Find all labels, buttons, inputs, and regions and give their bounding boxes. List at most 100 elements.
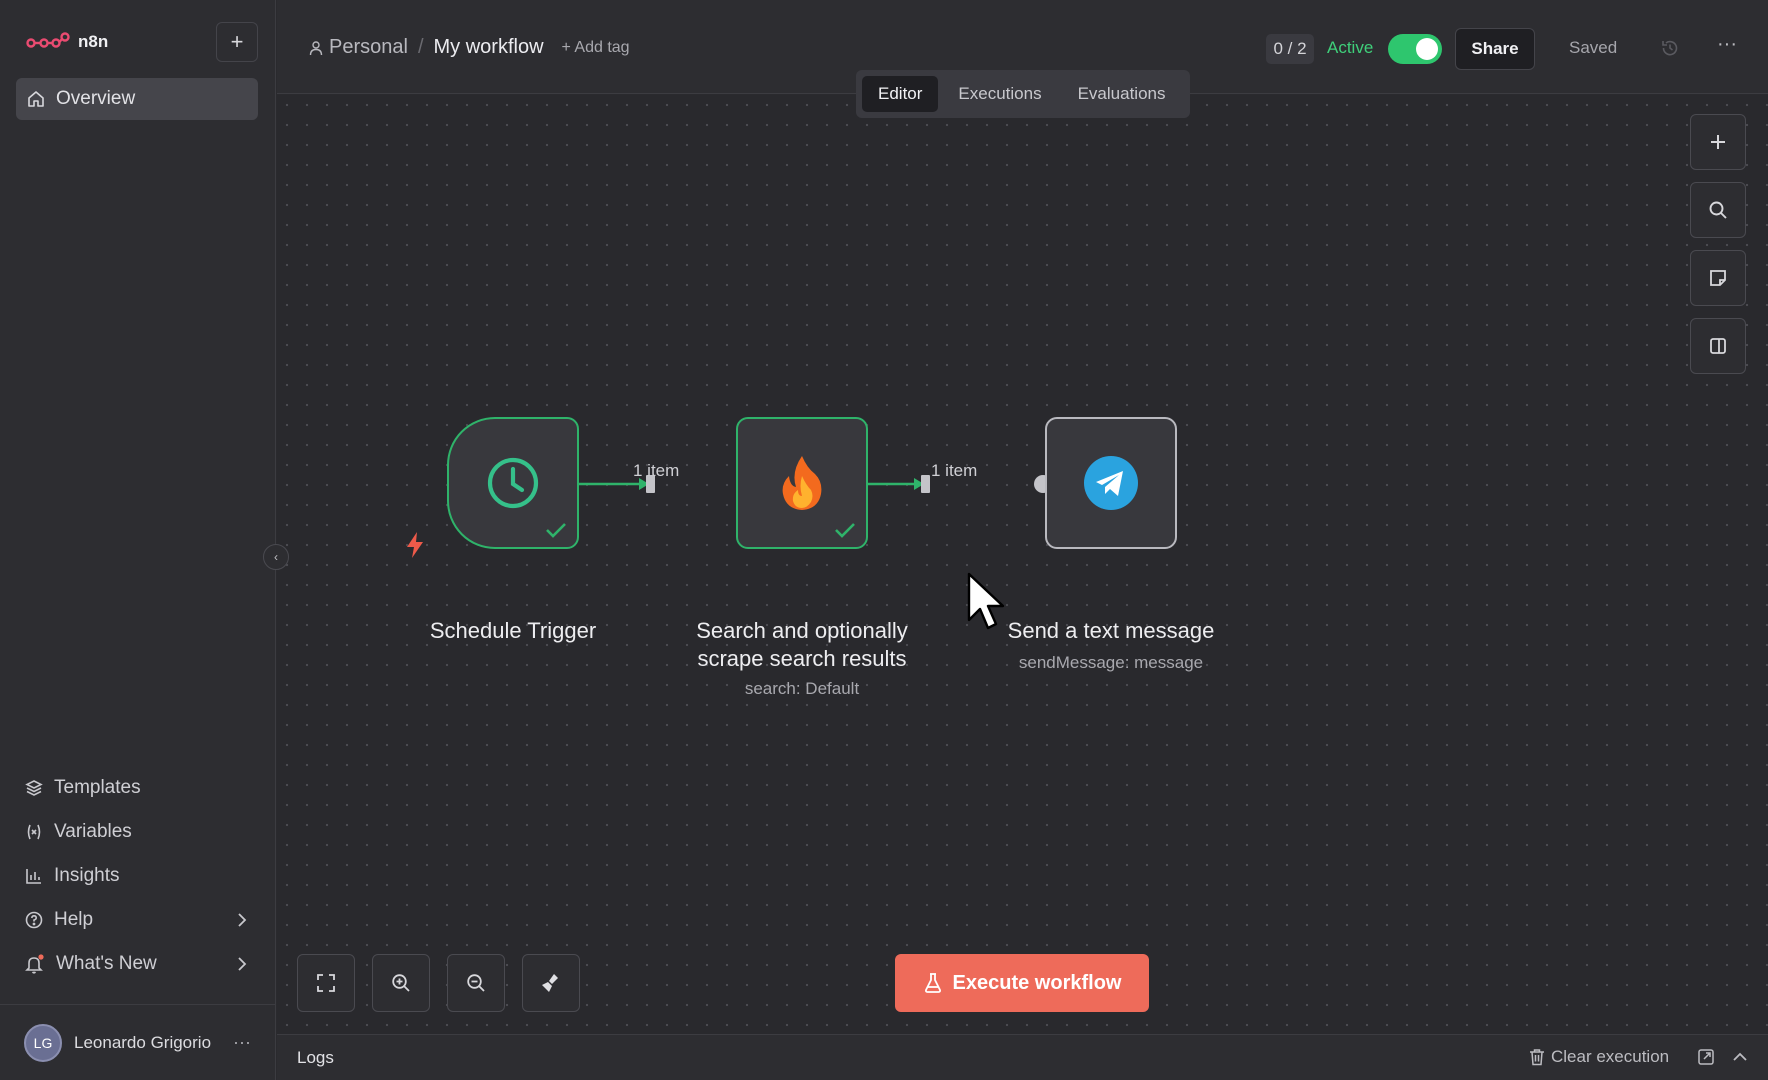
active-label: Active xyxy=(1327,38,1374,57)
breadcrumb-project[interactable]: Personal xyxy=(309,36,408,59)
search-icon xyxy=(1709,201,1727,219)
broom-icon xyxy=(542,974,558,992)
logs-panel-bar[interactable]: Logs Clear execution xyxy=(277,1034,1768,1080)
n8n-logo-icon xyxy=(26,32,70,48)
trash-icon xyxy=(1530,1049,1544,1066)
sidebar-item-overview[interactable]: Overview xyxy=(16,78,258,120)
brand[interactable]: n8n xyxy=(26,32,108,52)
canvas-right-toolbar xyxy=(1690,114,1746,374)
node-telegram-send-message[interactable] xyxy=(1045,417,1177,549)
templates-icon xyxy=(25,780,43,796)
sidebar-item-label: Insights xyxy=(54,865,120,886)
workflow-title[interactable]: My workflow xyxy=(434,36,544,59)
sidebar-item-label: What's New xyxy=(56,953,157,974)
sidebar-item-label: Templates xyxy=(54,777,141,798)
sidebar: n8n + Overview Templates Variables Insig… xyxy=(0,0,276,1080)
breadcrumb: Personal / My workflow + Add tag xyxy=(309,36,630,59)
collapse-sidebar-button[interactable]: ‹ xyxy=(263,544,289,570)
zoom-in-button[interactable] xyxy=(372,954,430,1012)
execute-workflow-button[interactable]: Execute workflow xyxy=(895,954,1149,1012)
add-node-panel-button[interactable] xyxy=(1690,114,1746,170)
zoom-in-icon xyxy=(392,974,410,992)
firecrawl-flame-icon xyxy=(782,456,822,510)
node-label: Schedule Trigger xyxy=(429,618,597,643)
clear-execution-label: Clear execution xyxy=(1551,1047,1670,1066)
edge-label: 1 item xyxy=(633,461,680,480)
saved-status: Saved xyxy=(1569,38,1618,57)
help-icon xyxy=(25,911,43,929)
production-checklist-counter[interactable]: 0 / 2 xyxy=(1266,34,1314,64)
view-tabs: Editor Executions Evaluations xyxy=(856,70,1190,118)
chevron-left-icon: ‹ xyxy=(274,550,278,564)
user-icon xyxy=(309,40,323,55)
node-subtitle: search: Default xyxy=(744,679,860,698)
canvas-zoom-controls xyxy=(297,954,580,1012)
plus-icon xyxy=(1711,135,1725,149)
success-check-icon xyxy=(835,523,855,538)
tab-evaluations[interactable]: Evaluations xyxy=(1062,76,1182,112)
avatar: LG xyxy=(24,1023,62,1062)
sidebar-item-label: Help xyxy=(54,909,94,930)
chevron-up-icon[interactable] xyxy=(1731,1048,1749,1066)
clock-icon xyxy=(487,457,539,509)
execute-workflow-label: Execute workflow xyxy=(952,971,1122,994)
more-horizontal-icon[interactable]: ··· xyxy=(1717,33,1737,56)
connection-lines xyxy=(505,471,1137,497)
add-sticky-note-button[interactable] xyxy=(1690,250,1746,306)
user-name: Leonardo Grigorio xyxy=(74,1032,212,1052)
sidebar-item-insights[interactable]: Insights xyxy=(16,854,258,898)
fullscreen-icon xyxy=(317,974,335,992)
sidebar-item-help[interactable]: Help xyxy=(16,898,258,942)
node-label: Search and optionally scrape search resu… xyxy=(662,617,942,673)
node-label: Send a text message xyxy=(1007,618,1215,643)
tab-editor[interactable]: Editor xyxy=(862,76,939,112)
node-label-line: scrape search results xyxy=(697,646,907,671)
active-toggle[interactable] xyxy=(1388,34,1442,64)
sidebar-item-label: Overview xyxy=(56,88,136,109)
trigger-bolt-icon xyxy=(407,532,423,558)
history-icon[interactable] xyxy=(1660,38,1680,58)
chevron-right-icon xyxy=(238,913,247,927)
node-subtitle: sendMessage: message xyxy=(1018,653,1204,672)
bell-icon xyxy=(25,954,44,974)
workflow-canvas[interactable]: 1 item 1 item Schedule Trigger Search an… xyxy=(277,95,1768,1034)
user-menu[interactable]: LG Leonardo Grigorio ··· xyxy=(0,1004,276,1080)
create-new-button[interactable]: + xyxy=(216,22,258,62)
panel-right-icon xyxy=(1710,338,1726,354)
flask-icon xyxy=(924,973,941,993)
sidebar-item-variables[interactable]: Variables xyxy=(16,810,258,854)
sidebar-bottom-nav: Templates Variables Insights Help What's… xyxy=(16,766,258,986)
zoom-to-fit-button[interactable] xyxy=(297,954,355,1012)
home-icon xyxy=(28,91,44,107)
sidebar-item-templates[interactable]: Templates xyxy=(16,766,258,810)
sticky-note-icon xyxy=(1710,270,1726,286)
chevron-right-icon xyxy=(238,957,247,971)
brand-name: n8n xyxy=(78,32,109,51)
success-check-icon xyxy=(546,523,566,538)
add-tag-button[interactable]: + Add tag xyxy=(562,39,630,57)
plus-icon: + xyxy=(230,29,244,54)
tab-executions[interactable]: Executions xyxy=(942,76,1057,112)
breadcrumb-separator: / xyxy=(417,36,424,58)
zoom-out-button[interactable] xyxy=(447,954,505,1012)
share-button[interactable]: Share xyxy=(1455,28,1535,70)
search-nodes-button[interactable] xyxy=(1690,182,1746,238)
clear-execution-button[interactable]: Clear execution xyxy=(1529,1047,1669,1067)
node-search-scrape[interactable] xyxy=(736,417,868,549)
edge-label: 1 item xyxy=(931,461,978,480)
pop-out-icon[interactable] xyxy=(1697,1048,1715,1066)
sidebar-item-whats-new[interactable]: What's New xyxy=(16,942,258,986)
node-label-line: Search and optionally xyxy=(696,618,908,643)
toggle-panel-button[interactable] xyxy=(1690,318,1746,374)
insights-icon xyxy=(26,869,41,884)
telegram-icon xyxy=(1084,456,1138,510)
tidy-up-button[interactable] xyxy=(522,954,580,1012)
input-handle[interactable] xyxy=(921,475,930,493)
breadcrumb-project-label: Personal xyxy=(329,36,408,58)
mouse-cursor-icon xyxy=(967,572,1005,630)
logs-title: Logs xyxy=(297,1048,334,1067)
node-schedule-trigger[interactable] xyxy=(447,417,579,549)
zoom-out-icon xyxy=(467,974,485,992)
more-horizontal-icon[interactable]: ··· xyxy=(233,1032,251,1053)
variables-icon xyxy=(27,824,41,840)
